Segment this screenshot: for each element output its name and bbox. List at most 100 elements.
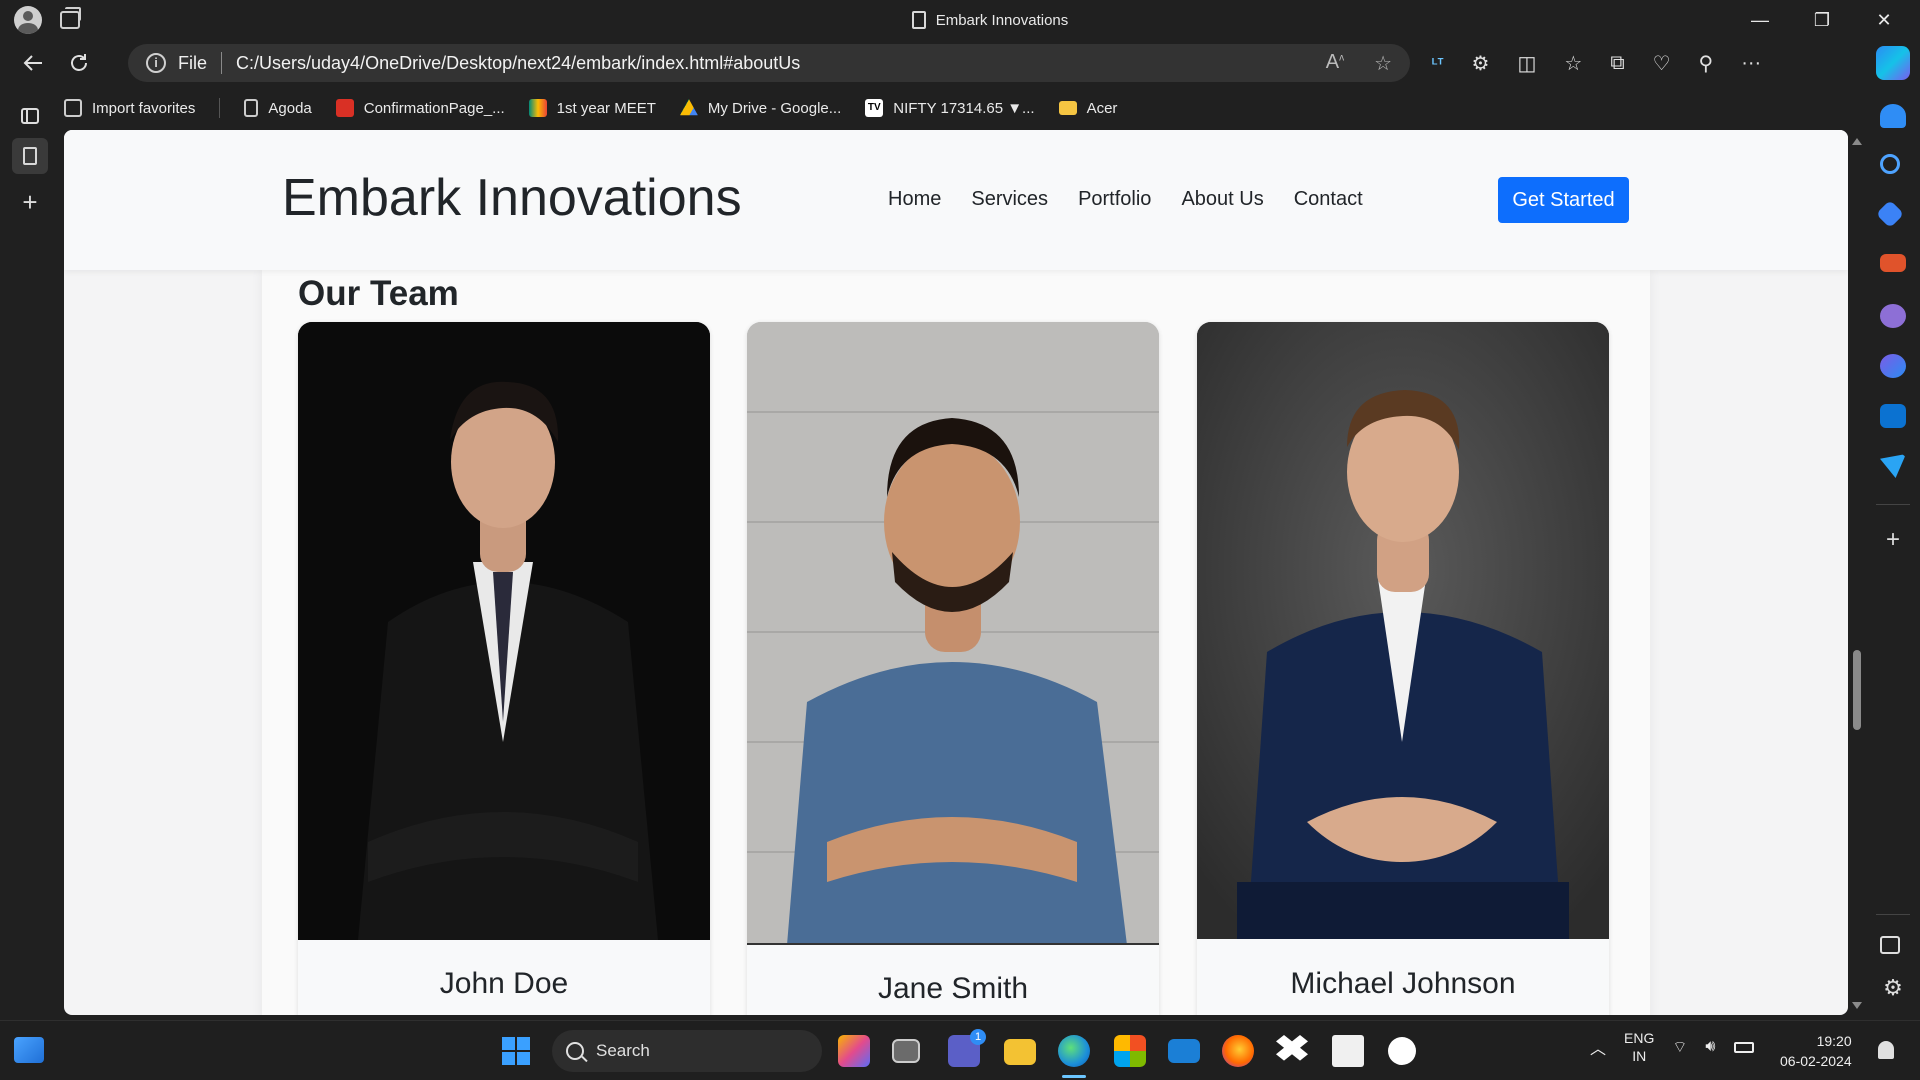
info-icon[interactable]: i [146,53,166,73]
tradingview-icon: TV [865,99,884,117]
teams-icon[interactable]: 1 [948,1029,986,1067]
nav-portfolio[interactable]: Portfolio [1078,188,1151,211]
minimize-button[interactable]: — [1740,10,1780,31]
favorite-nifty[interactable]: TV NIFTY 17314.65 ▼... [865,99,1035,117]
url-text[interactable]: C:/Users/uday4/OneDrive/Desktop/next24/e… [236,53,800,74]
favorite-meet[interactable]: 1st year MEET [528,99,656,117]
favorites-divider [219,98,221,118]
back-arrow-icon [23,55,42,71]
microsoft-365-icon[interactable] [1880,354,1906,378]
extension-badge-icon[interactable]: ᴸᵀ [1432,55,1444,71]
import-icon [64,99,82,117]
favorite-acer[interactable]: Acer [1058,99,1118,117]
favorites-icon[interactable]: ☆ [1564,51,1582,76]
read-aloud-icon[interactable]: Aʌ [1326,51,1344,76]
start-button[interactable] [502,1037,530,1065]
workspaces-icon[interactable] [60,7,81,29]
sidebar-settings-gear-icon[interactable]: ⚙ [1880,976,1906,1000]
nav-about-us[interactable]: About Us [1181,188,1263,211]
volume-icon[interactable]: 🔊︎ [1705,1038,1715,1056]
new-tab-button[interactable]: + [12,184,48,220]
favorite-label: 1st year MEET [556,99,656,117]
team-member-name: John Doe [439,967,569,1000]
web-content: Embark Innovations Home Services Portfol… [64,130,1848,1015]
restore-button[interactable]: ❐ [1802,10,1842,31]
close-button[interactable]: ✕ [1864,10,1904,31]
clock[interactable]: 19:20 06-02-2024 [1780,1031,1852,1071]
favorite-label: NIFTY 17314.65 ▼... [893,99,1035,117]
team-card: Michael Johnson [1197,322,1609,1015]
messenger-icon[interactable] [1388,1037,1416,1065]
notification-bell-icon[interactable] [1878,1041,1894,1059]
scroll-down-arrow-icon[interactable] [1852,1002,1862,1009]
page-icon [911,11,926,29]
drop-icon[interactable] [1880,454,1906,478]
page-scrollbar[interactable] [1850,134,1864,1014]
search-icon[interactable] [1880,154,1900,174]
back-button[interactable] [10,42,56,84]
folder-icon [1058,101,1077,115]
region-code: IN [1632,1048,1647,1064]
copilot-icon[interactable] [1876,46,1910,80]
mail-icon[interactable] [1168,1039,1200,1063]
games-icon[interactable] [1880,304,1906,328]
dropbox-icon[interactable] [1276,1035,1308,1061]
tab-embark-innovations[interactable] [12,138,48,174]
collections-icon[interactable]: ⧉ [1610,52,1624,75]
profile-avatar[interactable] [14,6,42,34]
add-sidebar-app-icon[interactable]: + [1880,528,1906,552]
more-menu-icon[interactable]: ··· [1741,52,1761,75]
sidebar-divider [1876,504,1910,505]
edge-browser-icon[interactable] [1058,1035,1090,1067]
favorite-label: Agoda [268,99,312,117]
page-icon [23,147,37,165]
favorite-drive[interactable]: My Drive - Google... [679,99,841,117]
favorite-star-icon[interactable]: ☆ [1374,51,1392,76]
scroll-up-arrow-icon[interactable] [1852,138,1862,145]
get-started-button[interactable]: Get Started [1498,177,1629,223]
shopping-tag-icon[interactable] [1875,199,1905,229]
windows-logo-tile [502,1052,515,1065]
favorite-label: ConfirmationPage_... [363,99,505,117]
firefox-icon[interactable] [1222,1035,1254,1067]
site-brand[interactable]: Embark Innovations [282,168,742,228]
task-view-icon[interactable] [892,1039,920,1063]
file-explorer-icon[interactable] [1004,1039,1036,1065]
nav-contact[interactable]: Contact [1294,188,1363,211]
favorite-label: Acer [1086,99,1118,117]
vertical-tabs: + [0,88,62,1018]
tools-icon[interactable] [1880,254,1906,272]
notifications-bell-icon[interactable] [1880,104,1906,128]
team-member-photo [1197,322,1609,939]
share-icon[interactable]: ⚲ [1699,51,1714,76]
microsoft-store-icon[interactable] [1114,1035,1146,1067]
split-screen-icon[interactable]: ◫ [1517,51,1536,76]
tab-actions-icon[interactable] [12,98,48,134]
site-header: Embark Innovations Home Services Portfol… [64,130,1848,270]
favorite-agoda[interactable]: Agoda [244,99,312,117]
scroll-thumb[interactable] [1853,650,1861,730]
extensions-icon[interactable]: ⚙ [1472,51,1490,76]
browser-essentials-icon[interactable]: ♡ [1653,51,1671,76]
active-app-indicator [1062,1075,1086,1078]
refresh-button[interactable] [56,42,102,84]
wifi-icon[interactable]: ⌔ [1672,1037,1687,1057]
hide-sidebar-icon[interactable] [1880,936,1900,954]
widgets-icon[interactable] [14,1037,44,1063]
nav-home[interactable]: Home [888,188,941,211]
input-language[interactable]: ENG IN [1624,1029,1654,1065]
clock-date: 06-02-2024 [1780,1053,1852,1069]
amazon-icon[interactable] [1332,1035,1364,1067]
taskbar-search[interactable]: Search [552,1030,822,1072]
favorite-import[interactable]: Import favorites [64,99,195,117]
battery-icon[interactable] [1733,1041,1754,1053]
nav-services[interactable]: Services [971,188,1048,211]
copilot-preview-icon[interactable] [838,1035,870,1067]
search-placeholder: Search [596,1041,650,1060]
sidebar-divider [1876,914,1910,915]
address-bar[interactable]: i File C:/Users/uday4/OneDrive/Desktop/n… [128,44,1410,82]
address-divider [221,52,223,74]
show-hidden-icons-chevron-icon[interactable]: ︿ [1590,1035,1606,1059]
favorite-confirmation[interactable]: ConfirmationPage_... [335,99,505,117]
outlook-icon[interactable] [1880,404,1906,428]
